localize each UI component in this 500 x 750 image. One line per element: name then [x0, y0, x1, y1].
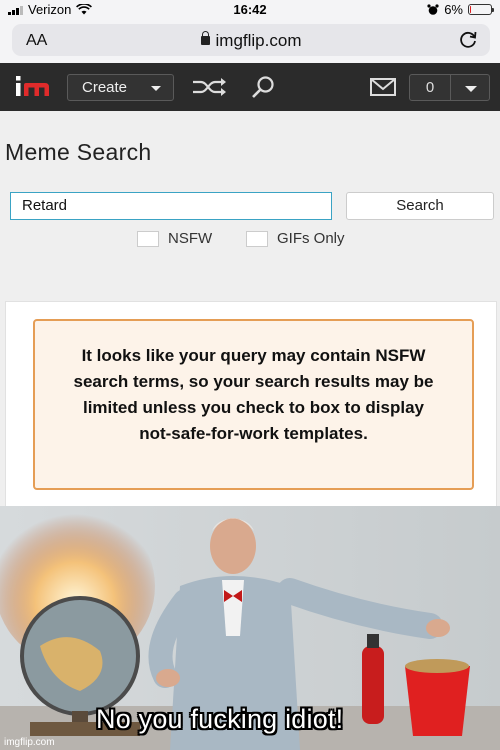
search-button[interactable]: Search [346, 192, 494, 220]
search-icon[interactable] [250, 75, 276, 99]
person-head [210, 518, 256, 574]
status-time: 16:42 [233, 2, 267, 17]
results-panel: It looks like your query may contain NSF… [5, 301, 497, 506]
notif-divider [450, 75, 451, 100]
nsfw-warning: It looks like your query may contain NSF… [33, 319, 474, 490]
fire-extinguisher [362, 646, 384, 724]
nsfw-checkbox[interactable]: NSFW [137, 230, 212, 247]
gifs-only-checkbox[interactable]: GIFs Only [246, 230, 345, 247]
reload-icon[interactable] [456, 28, 480, 52]
status-right: 6% [427, 2, 494, 17]
browser-toolbar: AA imgflip.com [0, 20, 500, 63]
notifications-button[interactable]: 0 [409, 74, 490, 101]
mail-icon[interactable] [370, 78, 396, 96]
notification-count: 0 [425, 79, 435, 96]
address-bar[interactable]: AA imgflip.com [12, 24, 490, 56]
shuffle-icon[interactable] [192, 77, 228, 97]
chevron-down-icon [151, 86, 161, 91]
nsfw-checkbox-label: NSFW [168, 230, 213, 247]
url-display[interactable]: imgflip.com [12, 31, 490, 51]
gifs-only-checkbox-label: GIFs Only [277, 230, 345, 247]
lock-icon [200, 31, 210, 45]
imgflip-logo[interactable] [12, 72, 54, 102]
battery-fill [470, 6, 472, 13]
site-nav: Create 0 [0, 63, 500, 111]
create-label: Create [82, 79, 128, 96]
search-input[interactable]: Retard [10, 192, 332, 220]
chevron-down-icon[interactable] [465, 86, 477, 92]
battery-icon [468, 4, 494, 15]
status-bar: Verizon 16:42 6% [0, 0, 500, 20]
red-bucket [405, 666, 470, 736]
nsfw-checkbox-box[interactable] [137, 230, 159, 247]
url-text: imgflip.com [215, 31, 302, 50]
alarm-icon [427, 3, 439, 15]
meme-search-page: Meme Search Retard Search NSFW GIFs Only… [0, 111, 500, 506]
page-title: Meme Search [5, 139, 152, 165]
meme-caption: No you fucking idiot! [96, 704, 344, 734]
gifs-only-checkbox-box[interactable] [246, 230, 268, 247]
battery-percent: 6% [444, 2, 463, 17]
imgflip-watermark: imgflip.com [4, 737, 55, 748]
create-button[interactable]: Create [67, 74, 174, 101]
